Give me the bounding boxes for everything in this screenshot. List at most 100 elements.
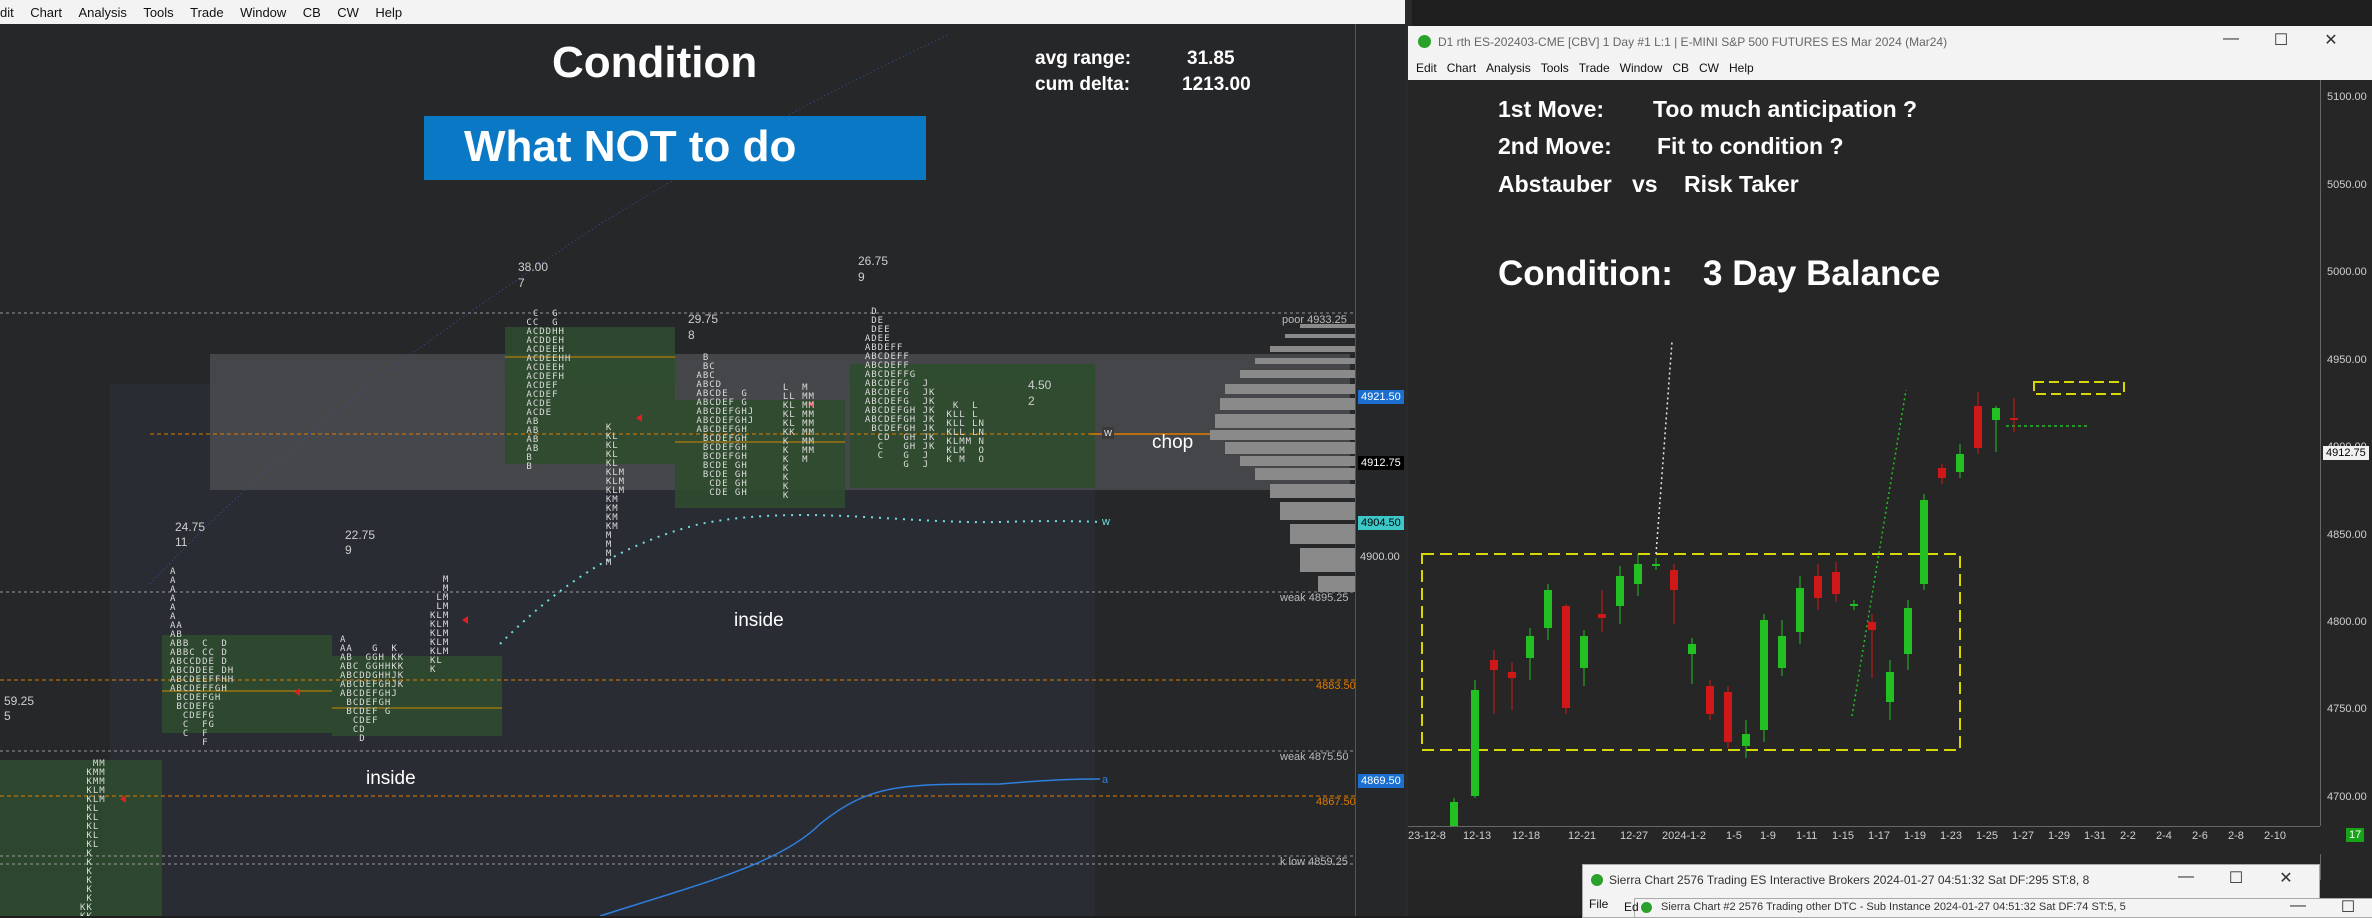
menu-chart[interactable]: Chart [1442,58,1481,80]
tpo-profile-chart[interactable]: C G CC G ACDDHH ACDDEH ACDEEH ACDEEHH AC… [0,24,1355,916]
headline-what-not: What NOT to do [464,122,797,171]
menu-window[interactable]: Window [1615,58,1668,80]
profile-count-label: 11 [175,535,188,549]
menu-analysis[interactable]: Analysis [72,0,132,24]
date-tick: 12-21 [1568,830,1597,842]
tpo-column: K KL KL KL KL KLM KLM KLM KM KM KM KM M … [605,423,626,568]
headline-banner: What NOT to do [424,116,926,180]
date-tick: 1-11 [1796,830,1818,842]
right-menu-bar: Edit Chart Analysis Tools Trade Window CB CW Hel… [1408,58,2372,81]
tpo-column: M M LM LM KLM KLM KLM KLM KLM KL K [430,575,450,675]
profile-range-label: 24.75 [175,520,206,534]
menu-cb[interactable]: CB [297,0,327,24]
avg-range-label: avg range: [1035,48,1132,69]
price-tick: 4700.00 [2327,791,2367,803]
minimize-icon[interactable]: — [2275,897,2321,915]
tpo-column: A AA G K AB GGH KK ABC GGHHKK ABCDDGHHJK… [340,635,405,744]
price-tick: 5100.00 [2327,91,2367,103]
profile-count-label: 9 [858,270,865,284]
price-tick: 4800.00 [2327,616,2367,628]
menu-tools[interactable]: Tools [137,0,179,24]
maximize-icon[interactable]: ☐ [2258,30,2304,50]
date-tick: 2-6 [2192,830,2208,842]
minimize-icon[interactable]: — [2208,30,2254,48]
note-style-vs: vs [1632,171,1658,197]
close-icon[interactable]: ✕ [2308,30,2354,50]
menu-edit-partial[interactable]: Ed [1624,900,1639,914]
menu-tools[interactable]: Tools [1536,58,1574,80]
profile-count-label: 8 [688,328,695,342]
date-tick-row: 23-12-8 12-13 12-18 12-21 12-27 2024-1-2… [1408,830,2320,846]
tpo-column: L M LL MM KL MM KL MM KL MM KK MM K MM K… [782,383,815,501]
note-move1-label: 1st Move: [1498,96,1605,122]
profile-range-label: 38.00 [518,260,549,274]
menu-edit[interactable]: Edit [1408,58,1442,80]
sierra-app-icon [1591,874,1603,886]
marker-a: a [1102,774,1109,786]
current-price-badge: 4912.75 [2323,446,2369,460]
price-badge-current: 4912.75 [1358,456,1404,470]
annotation-inside: inside [366,768,416,789]
minimize-icon[interactable]: — [2163,868,2209,886]
annotation-chop: chop [1152,432,1194,453]
price-badge: 4869.50 [1358,774,1404,788]
menu-help[interactable]: Help [1724,58,1759,80]
menu-analysis[interactable]: Analysis [1481,58,1536,80]
menu-cw[interactable]: CW [1694,58,1724,80]
sierra-app-icon [1418,35,1431,48]
profile-range-label: 4.50 [1028,378,1052,392]
price-tick: 5000.00 [2327,266,2367,278]
tpo-column: MM KMM KMM KLM KLM KL KL KL KL KL K K K … [80,759,106,917]
date-tick: 12-18 [1512,830,1541,842]
price-badge: 4904.50 [1358,516,1404,530]
window-titlebar[interactable]: D1 rth ES-202403-CME [CBV] 1 Day #1 L:1 … [1408,26,2372,58]
date-tick: 2-8 [2228,830,2244,842]
menu-window[interactable]: Window [234,0,292,24]
date-tick: 2024-1-2 [1662,830,1707,842]
menu-trade[interactable]: Trade [1574,58,1615,80]
date-tick: 1-23 [1940,830,1963,842]
sierra-sub-window[interactable]: Sierra Chart #2 2576 Trading other DTC -… [1634,897,2372,918]
price-tick: 4900.00 [1360,551,1400,563]
date-tick: 12-27 [1620,830,1649,842]
window-title: Sierra Chart #2 2576 Trading other DTC -… [1661,901,2126,913]
note-move2-text: Fit to condition ? [1657,133,1844,159]
date-tick: 1-29 [2048,830,2071,842]
left-price-scale[interactable]: 4921.50 4912.75 4904.50 4900.00 4869.50 [1355,24,1406,916]
date-tick: 1-15 [1832,830,1855,842]
note-condition-value: 3 Day Balance [1703,254,1941,293]
candlestick-chart[interactable]: 1st Move: Too much anticipation ? 2nd Mo… [1408,80,2320,880]
avg-range-value: 31.85 [1187,48,1235,69]
cum-delta-value: 1213.00 [1182,74,1251,95]
menu-help[interactable]: Help [369,0,408,24]
maximize-icon[interactable]: ☐ [2325,897,2371,917]
maximize-icon[interactable]: ☐ [2213,868,2259,888]
profile-count-label: 2 [1028,394,1035,408]
menu-file[interactable]: File [1589,897,1608,911]
note-move2-label: 2nd Move: [1498,133,1612,159]
profile-range-label: 22.75 [345,528,376,542]
window-title: Sierra Chart 2576 Trading ES Interactive… [1609,873,2090,887]
date-axis[interactable]: 23-12-8 12-13 12-18 12-21 12-27 2024-1-2… [1408,826,2372,854]
date-tick: 12-13 [1463,830,1492,842]
menu-cw[interactable]: CW [331,0,365,24]
date-tick: 1-31 [2084,830,2107,842]
tpo-column: K L KLL L KLL LN KLL LN KLMM N KLM O K M… [946,401,985,465]
date-tick: 1-17 [1868,830,1891,842]
menu-edit[interactable]: dit [0,0,20,24]
candles [1450,392,2018,830]
left-menu-bar: dit Chart Analysis Tools Trade Window CB… [0,0,1405,25]
cum-delta-label: cum delta: [1035,74,1131,95]
projection-line-white [1655,341,1673,555]
menu-cb[interactable]: CB [1667,58,1694,80]
menu-chart[interactable]: Chart [24,0,68,24]
profile-count-label: 5 [4,709,11,723]
note-style-right: Risk Taker [1684,171,1799,197]
price-tick: 4850.00 [2327,529,2367,541]
right-price-scale[interactable]: 5100.00 5050.00 5000.00 4950.00 4900.00 … [2320,80,2372,880]
date-tick: 1-25 [1976,830,1999,842]
profile-range-label: 26.75 [858,254,889,268]
close-icon[interactable]: ✕ [2263,868,2309,888]
menu-trade[interactable]: Trade [184,0,229,24]
price-tick: 4950.00 [2327,354,2367,366]
